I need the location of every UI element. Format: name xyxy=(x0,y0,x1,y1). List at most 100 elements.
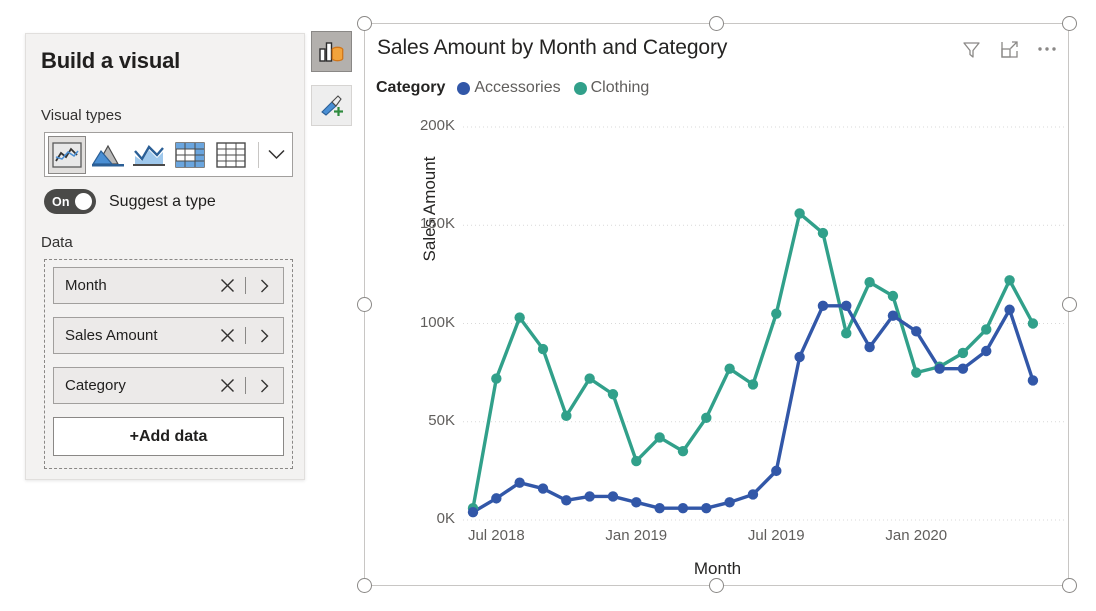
page-title: Build a visual xyxy=(41,48,181,73)
table-icon xyxy=(216,141,246,168)
visual-type-matrix[interactable] xyxy=(171,136,209,174)
suggest-a-type-toggle[interactable]: On xyxy=(44,189,96,214)
resize-handle-middle-left[interactable] xyxy=(357,297,372,312)
data-point xyxy=(747,489,759,500)
resize-handle-top-left[interactable] xyxy=(357,16,372,31)
field-pill-sales-amount[interactable]: Sales Amount xyxy=(53,317,284,354)
data-point xyxy=(841,300,852,312)
data-point xyxy=(957,363,969,374)
y-axis-tick-label: 0K xyxy=(436,510,455,527)
data-point xyxy=(1027,318,1039,329)
data-point xyxy=(514,477,525,488)
add-data-button[interactable]: +Add data xyxy=(53,417,284,456)
data-point xyxy=(817,227,829,239)
y-axis-title: Sales Amount xyxy=(420,156,439,262)
data-label: Data xyxy=(41,234,73,251)
visual-type-line-and-area-chart[interactable] xyxy=(130,136,168,174)
data-point xyxy=(584,373,595,384)
data-point xyxy=(724,497,735,508)
close-icon xyxy=(220,379,234,392)
series-line-clothing xyxy=(471,211,1035,510)
field-menu-button[interactable] xyxy=(253,379,275,393)
data-point xyxy=(724,363,735,374)
field-pill-label: Category xyxy=(65,377,126,394)
series-line-accessories xyxy=(471,304,1035,514)
data-point xyxy=(677,503,689,514)
data-point xyxy=(864,341,875,353)
more-visual-types-button[interactable] xyxy=(261,136,291,174)
line-chart-icon xyxy=(52,141,82,168)
data-point xyxy=(631,497,642,508)
toggle-knob xyxy=(75,193,92,210)
data-point xyxy=(1004,304,1015,315)
chart-visual-container[interactable]: Sales Amount by Month and Category Categ… xyxy=(364,23,1069,586)
chevron-down-icon xyxy=(267,149,285,160)
plot-area: Sales Amount Month 0K 50K 100K 150K 200K Jul… xyxy=(365,24,1070,587)
format-visual-button[interactable] xyxy=(311,85,352,126)
resize-handle-bottom-center[interactable] xyxy=(709,578,724,593)
x-axis-tick-label: Jan 2019 xyxy=(605,527,668,544)
field-pill-label: Sales Amount xyxy=(65,327,158,344)
suggest-a-type-label: Suggest a type xyxy=(109,192,216,210)
visual-types-label: Visual types xyxy=(41,107,122,124)
toggle-state-text: On xyxy=(52,194,70,209)
data-point xyxy=(1004,275,1015,286)
line-and-area-chart-icon xyxy=(133,144,165,166)
data-point xyxy=(771,465,782,477)
resize-handle-top-right[interactable] xyxy=(1062,16,1077,31)
paintbrush-add-icon xyxy=(320,94,343,116)
data-point xyxy=(654,503,665,514)
data-point xyxy=(957,347,969,359)
resize-handle-middle-right[interactable] xyxy=(1062,297,1077,312)
visual-type-line-chart[interactable] xyxy=(48,135,86,174)
chevron-right-icon xyxy=(260,279,268,292)
x-axis-tick-label: Jul 2019 xyxy=(747,527,805,544)
data-point xyxy=(537,343,549,355)
data-point xyxy=(1027,375,1039,386)
build-visual-icon xyxy=(319,41,344,62)
y-axis-tick-label: 100K xyxy=(419,313,455,331)
x-axis-tick-label: Jan 2020 xyxy=(885,527,948,544)
field-pill-category[interactable]: Category xyxy=(53,367,284,404)
data-point xyxy=(911,326,922,337)
field-pill-month[interactable]: Month xyxy=(53,267,284,304)
data-point xyxy=(584,491,595,502)
visual-type-table[interactable] xyxy=(212,136,250,174)
data-fields-well[interactable]: Month Sales Amount Category +Add data xyxy=(44,259,293,469)
data-point xyxy=(794,208,805,219)
y-axis-tick-label: 150K xyxy=(419,215,455,233)
data-point xyxy=(981,324,992,335)
visual-types-gallery xyxy=(44,132,293,177)
build-a-visual-pane: Build a visual Visual types On Suggest a… xyxy=(25,33,305,480)
data-point xyxy=(864,277,875,288)
toolbar-divider xyxy=(258,141,259,168)
field-pill-label: Month xyxy=(65,277,107,294)
suggest-a-type-row[interactable]: On Suggest a type xyxy=(44,189,216,214)
visual-type-area-chart[interactable] xyxy=(89,136,127,174)
data-point xyxy=(514,312,525,323)
chart-svg xyxy=(463,126,1065,521)
resize-handle-top-center[interactable] xyxy=(709,16,724,31)
field-menu-button[interactable] xyxy=(253,329,275,343)
remove-field-button[interactable] xyxy=(216,328,238,343)
data-point xyxy=(934,363,945,374)
x-axis-tick-label: Jul 2018 xyxy=(467,527,525,544)
resize-handle-bottom-right[interactable] xyxy=(1062,578,1077,593)
resize-handle-bottom-left[interactable] xyxy=(357,578,372,593)
remove-field-button[interactable] xyxy=(216,378,238,393)
data-point xyxy=(677,446,689,457)
remove-field-button[interactable] xyxy=(216,278,238,293)
data-point xyxy=(654,432,665,443)
field-menu-button[interactable] xyxy=(253,279,275,293)
build-visual-button[interactable] xyxy=(311,31,352,72)
y-axis-tick-label: 50K xyxy=(428,411,455,429)
pill-divider xyxy=(245,277,246,294)
data-point xyxy=(701,412,712,424)
chevron-right-icon xyxy=(260,329,268,342)
pill-divider xyxy=(245,327,246,344)
y-axis-tick-label: 200K xyxy=(419,117,455,134)
pill-divider xyxy=(245,377,246,394)
data-point xyxy=(561,410,572,422)
data-point xyxy=(911,367,922,378)
area-chart-icon xyxy=(92,144,124,166)
